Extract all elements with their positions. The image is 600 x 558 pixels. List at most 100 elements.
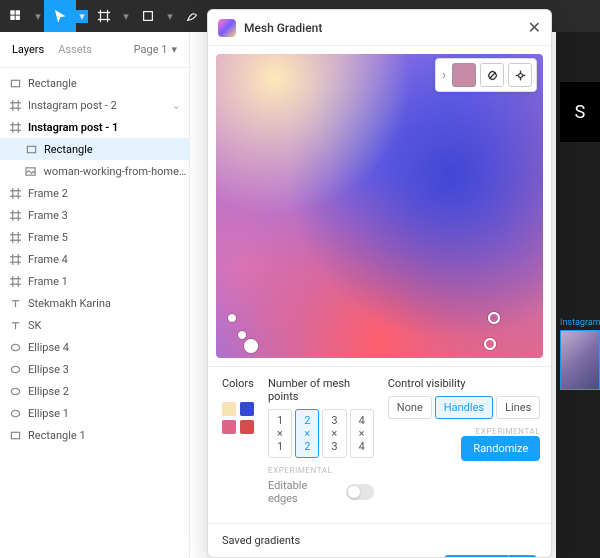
canvas-frame-dark[interactable]: S — [560, 82, 600, 142]
layer-row[interactable]: Instagram post - 1 — [0, 116, 189, 138]
mesh-point[interactable] — [484, 338, 496, 350]
controls-section: Colors Number of mesh points 1 × 12 × 23… — [208, 366, 551, 523]
layer-label: Frame 4 — [28, 253, 68, 266]
frame-icon — [8, 186, 22, 200]
mesh-handle[interactable] — [228, 314, 236, 322]
experimental-label-left: EXPERIMENTAL — [268, 466, 374, 475]
eyedropper-disabled-icon[interactable] — [480, 63, 504, 87]
visibility-segmented: NoneHandlesLines — [388, 396, 541, 419]
text-icon — [8, 296, 22, 310]
mesh-option[interactable]: 2 × 2 — [295, 409, 319, 458]
menu-button[interactable] — [0, 0, 32, 32]
layer-row[interactable]: Ellipse 2 — [0, 380, 189, 402]
layer-row[interactable]: Rectangle 1 — [0, 424, 189, 446]
page-selector-label: Page 1 — [134, 43, 168, 56]
layers-list: RectangleInstagram post - 2⌄Instagram po… — [0, 68, 189, 446]
mesh-option[interactable]: 3 × 3 — [322, 409, 346, 458]
layer-row[interactable]: Rectangle — [0, 138, 189, 160]
frame-icon — [8, 98, 22, 112]
layer-label: Frame 2 — [28, 187, 68, 200]
ellipse-icon — [8, 340, 22, 354]
menu-caret-icon[interactable]: ▾ — [32, 10, 44, 23]
mesh-option[interactable]: 1 × 1 — [268, 409, 292, 458]
layer-row[interactable]: Frame 1 — [0, 270, 189, 292]
canvas-frame-label[interactable]: Instagram — [560, 318, 600, 328]
layer-row[interactable]: SK — [0, 314, 189, 336]
experimental-label-right: EXPERIMENTAL — [388, 427, 541, 436]
plugin-logo-icon — [218, 19, 236, 37]
mesh-option[interactable]: 4 × 4 — [350, 409, 374, 458]
layer-label: Instagram post - 1 — [28, 121, 118, 134]
layer-row[interactable]: Ellipse 3 — [0, 358, 189, 380]
mesh-point-selected[interactable] — [244, 339, 258, 353]
layer-row[interactable]: Rectangle — [0, 72, 189, 94]
randomize-button[interactable]: Randomize — [461, 436, 540, 461]
canvas[interactable]: S Instagram — [556, 32, 600, 558]
colors-label: Colors — [222, 377, 254, 390]
tab-assets[interactable]: Assets — [58, 43, 92, 56]
gradient-preview[interactable] — [216, 54, 543, 358]
generate-button[interactable]: Generate — [444, 555, 508, 557]
color-swatch-button[interactable] — [452, 63, 476, 87]
color-swatch[interactable] — [240, 420, 254, 434]
visibility-option[interactable]: Handles — [435, 396, 493, 419]
frame-caret-icon[interactable]: ▾ — [120, 10, 132, 23]
layer-label: Ellipse 2 — [28, 385, 69, 398]
layer-label: Rectangle — [44, 143, 93, 156]
layer-row[interactable]: Ellipse 1 — [0, 402, 189, 424]
ellipse-icon — [8, 362, 22, 376]
generate-count-button[interactable]: 1x — [508, 555, 537, 557]
mesh-handle[interactable] — [238, 331, 246, 339]
color-swatch[interactable] — [222, 420, 236, 434]
close-icon[interactable]: ✕ — [528, 20, 541, 36]
move-tool[interactable] — [44, 0, 76, 32]
visibility-option[interactable]: None — [388, 396, 432, 419]
layer-row[interactable]: woman-working-from-home-l... — [0, 160, 189, 182]
ellipse-icon — [8, 384, 22, 398]
chevron-down-icon: ▾ — [171, 43, 177, 56]
frame-icon — [8, 208, 22, 222]
canvas-dark-text: S — [575, 102, 586, 123]
tab-layers[interactable]: Layers — [12, 43, 44, 56]
color-swatch[interactable] — [222, 402, 236, 416]
editable-edges-toggle[interactable] — [346, 484, 374, 500]
pen-tool[interactable] — [176, 0, 208, 32]
move-caret-icon[interactable]: ▾ — [76, 10, 88, 23]
canvas-frame-selected[interactable] — [560, 330, 600, 390]
layer-label: Stekmakh Karina — [28, 297, 111, 310]
visibility-option[interactable]: Lines — [496, 396, 540, 419]
editable-edges-label: Editable edges — [268, 479, 336, 505]
frame-tool[interactable] — [88, 0, 120, 32]
color-swatch[interactable] — [240, 402, 254, 416]
layer-label: Ellipse 1 — [28, 407, 69, 420]
center-target-icon[interactable] — [508, 63, 532, 87]
plugin-title: Mesh Gradient — [244, 21, 322, 35]
plugin-header[interactable]: Mesh Gradient ✕ — [208, 10, 551, 46]
saved-gradients-label: Saved gradients — [222, 534, 537, 547]
chevron-right-icon[interactable]: › — [440, 68, 448, 83]
shape-tool[interactable] — [132, 0, 164, 32]
layer-row[interactable]: Ellipse 4 — [0, 336, 189, 358]
layer-label: Rectangle 1 — [28, 429, 86, 442]
page-selector[interactable]: Page 1 ▾ — [134, 43, 177, 56]
layer-row[interactable]: Frame 5 — [0, 226, 189, 248]
frame-icon — [8, 274, 22, 288]
frame-icon — [8, 120, 22, 134]
layer-row[interactable]: Instagram post - 2 ⌄ — [0, 94, 189, 116]
layer-row[interactable]: Frame 4 — [0, 248, 189, 270]
layer-row[interactable]: Frame 2 — [0, 182, 189, 204]
layer-label: Instagram post - 2 — [28, 99, 117, 112]
layer-label: Ellipse 3 — [28, 363, 69, 376]
layer-row[interactable]: Frame 3 — [0, 204, 189, 226]
mesh-point[interactable] — [488, 312, 500, 324]
shape-caret-icon[interactable]: ▾ — [164, 10, 176, 23]
chevron-down-icon[interactable]: ⌄ — [172, 99, 181, 112]
plugin-body: › Colors Number of mesh points 1 × 12 × — [208, 46, 551, 557]
layer-label: Frame 5 — [28, 231, 68, 244]
gradient-preview-wrap: › — [208, 46, 551, 366]
rect-icon — [24, 142, 38, 156]
ellipse-icon — [8, 406, 22, 420]
layer-row[interactable]: Stekmakh Karina — [0, 292, 189, 314]
layer-label: Rectangle — [28, 77, 77, 90]
preview-toolbar: › — [435, 58, 537, 92]
